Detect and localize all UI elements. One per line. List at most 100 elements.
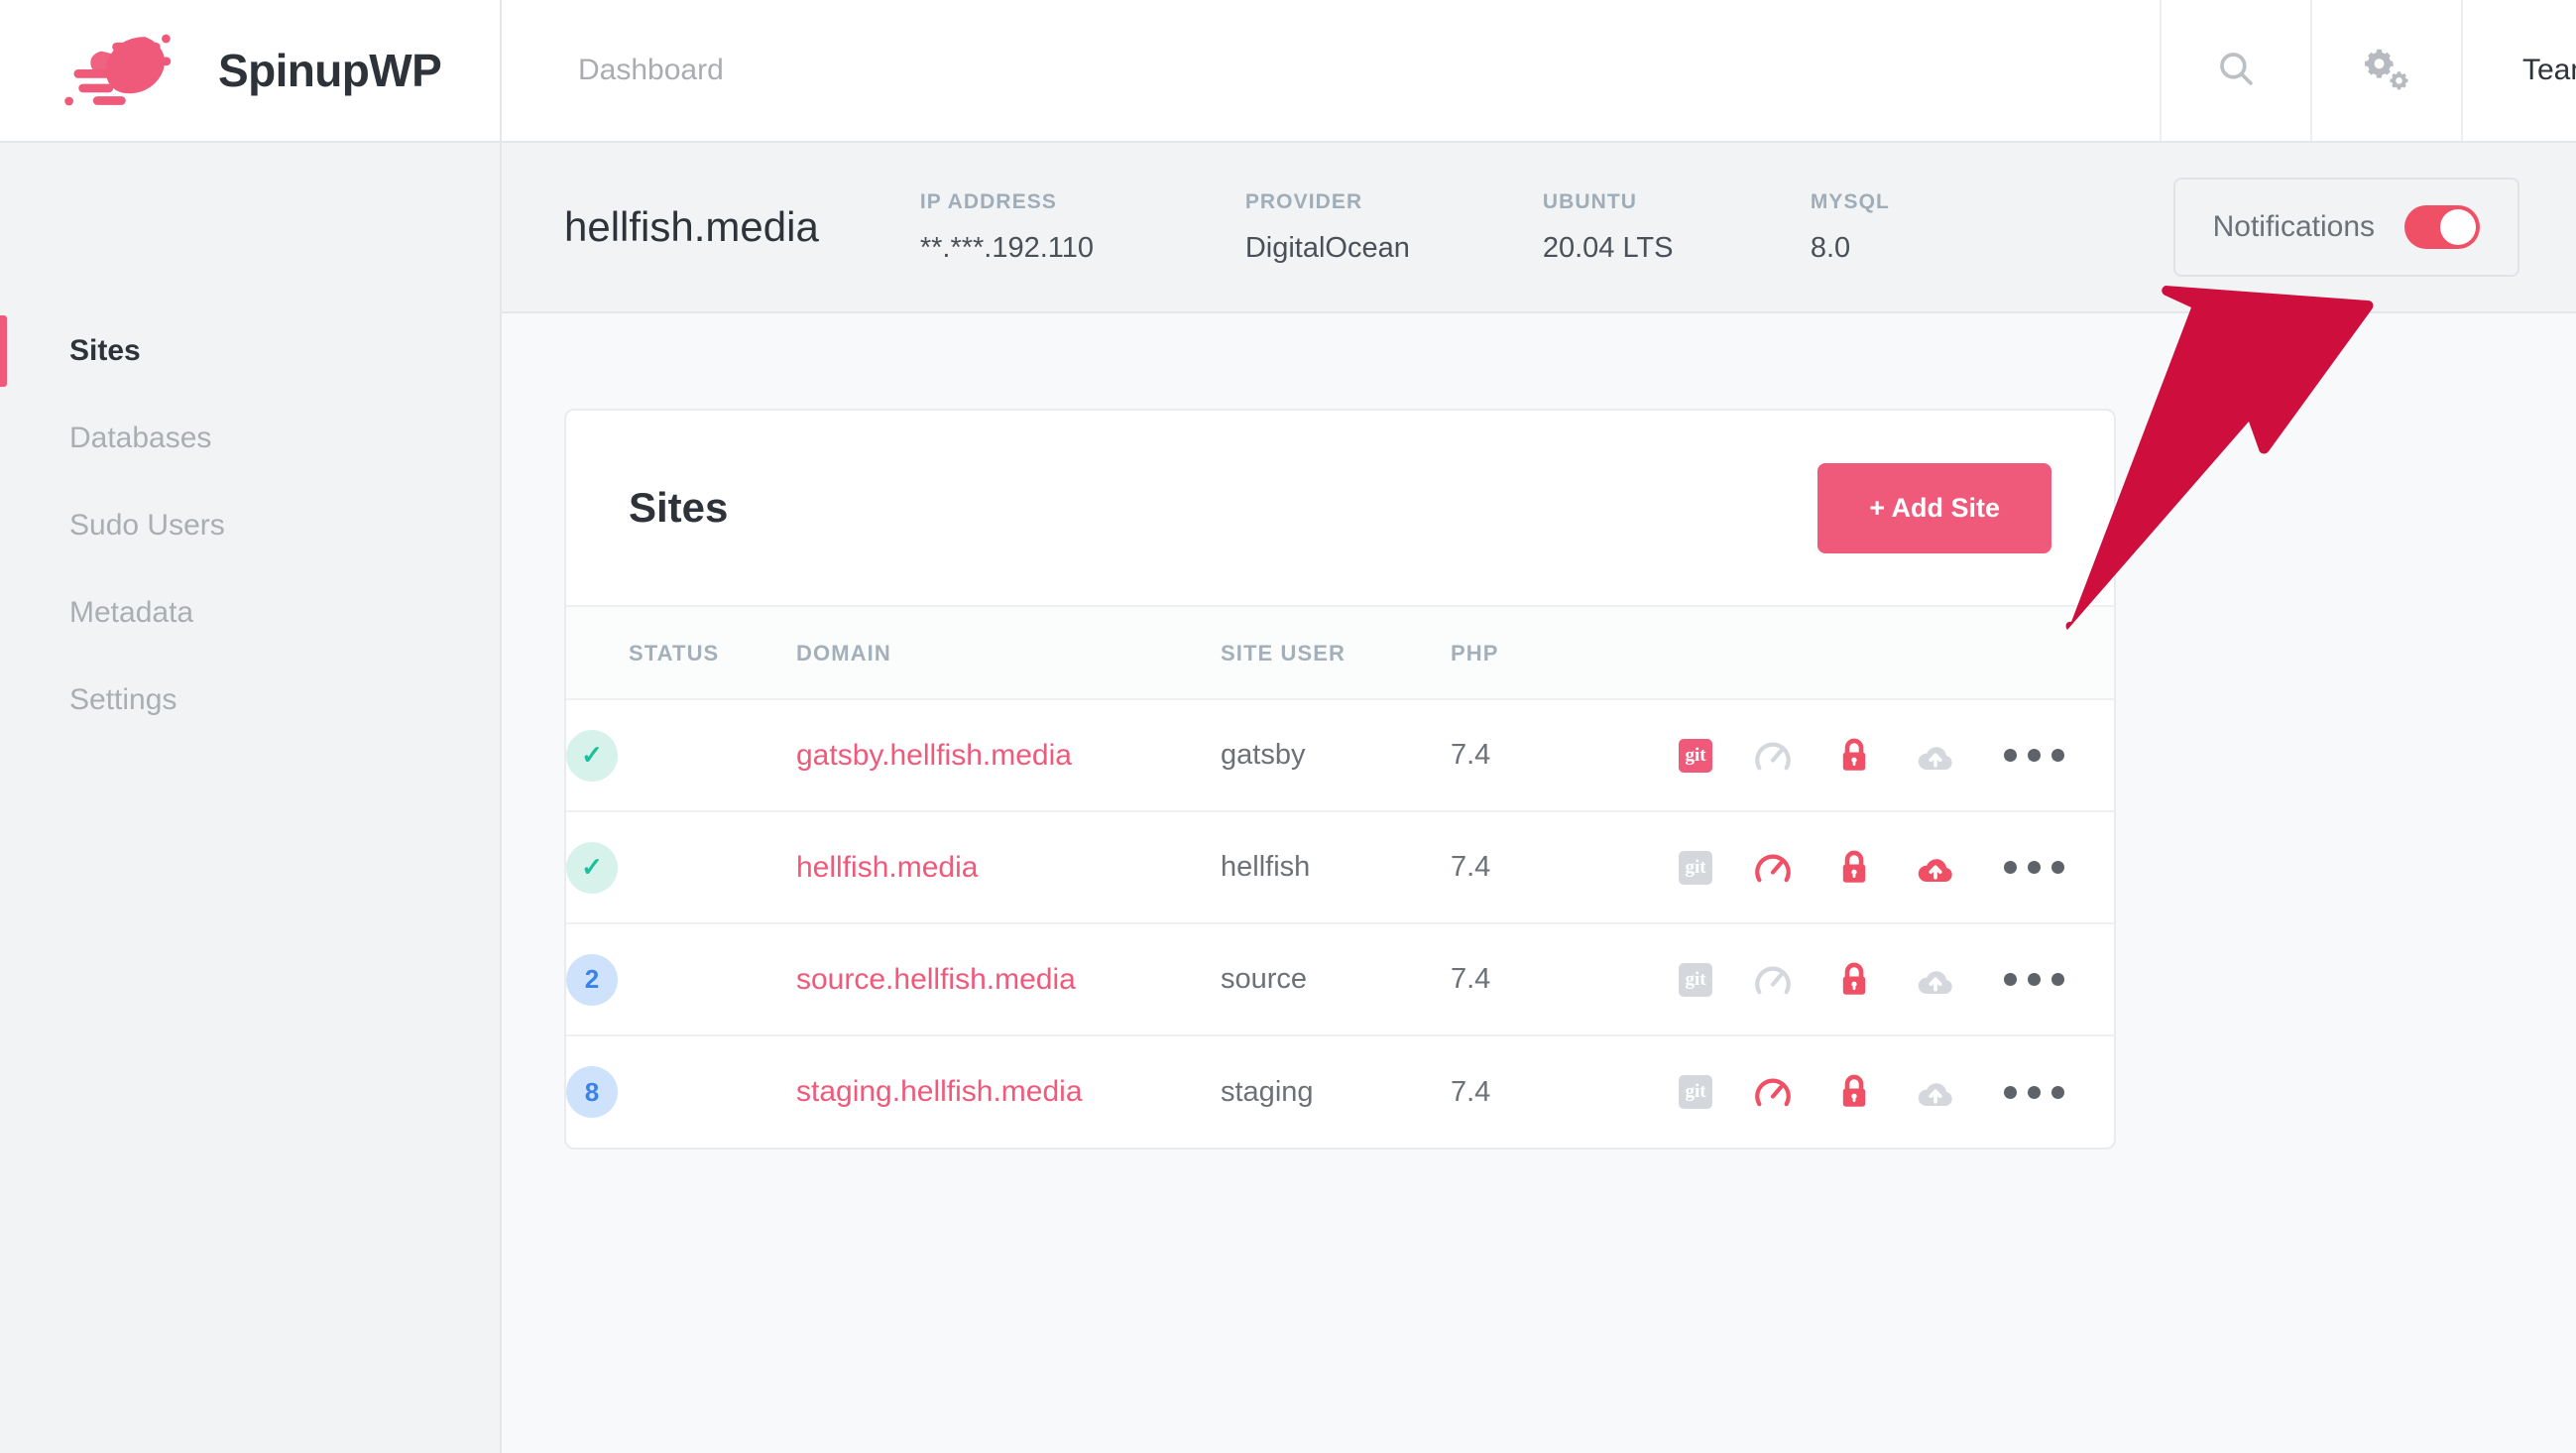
site-user-value: staging xyxy=(1221,1075,1314,1108)
gauge-icon[interactable] xyxy=(1752,959,1794,1001)
git-icon[interactable]: git xyxy=(1679,1075,1712,1109)
dot xyxy=(2028,973,2041,986)
row-more-options-button[interactable] xyxy=(2004,749,2064,762)
dot xyxy=(2051,861,2064,874)
git-icon[interactable]: git xyxy=(1679,850,1712,885)
dot xyxy=(2028,1085,2041,1099)
cell-actions: git xyxy=(1679,811,2114,924)
sidebar-item-label: Sudo Users xyxy=(69,509,225,542)
row-more-options-button[interactable] xyxy=(2004,973,2064,986)
git-icon[interactable]: git xyxy=(1679,738,1712,773)
cell-php: 7.4 xyxy=(1451,1035,1679,1148)
dot xyxy=(2051,973,2064,986)
cell-domain: source.hellfish.media xyxy=(796,923,1221,1036)
dot xyxy=(2028,861,2041,874)
sidebar: SpinupWP Sites Databases Sudo Users Meta… xyxy=(0,0,502,1453)
sidebar-item-databases[interactable]: Databases xyxy=(0,395,500,482)
sidebar-item-label: Settings xyxy=(69,683,177,716)
cell-actions: git xyxy=(1679,923,2114,1036)
content-column: Dashboard Tea hellfish.media IP ADDRESS … xyxy=(502,0,2576,1453)
cell-site-user: staging xyxy=(1221,1035,1451,1148)
git-icon[interactable]: git xyxy=(1679,962,1712,997)
site-user-value: source xyxy=(1221,963,1308,995)
sites-card-header: Sites + Add Site xyxy=(566,411,2114,607)
cloud-upload-icon[interactable] xyxy=(1915,959,1956,1001)
column-header-actions xyxy=(1679,607,2114,700)
meta-value: **.***.192.110 xyxy=(919,231,1095,264)
row-actions: git xyxy=(1679,959,2114,1001)
lock-icon[interactable] xyxy=(1833,847,1875,889)
cell-actions: git xyxy=(1679,1035,2114,1148)
site-domain-link[interactable]: staging.hellfish.media xyxy=(796,1075,1083,1108)
cell-domain: staging.hellfish.media xyxy=(796,1035,1221,1148)
row-actions: git xyxy=(1679,847,2114,889)
site-domain-link[interactable]: gatsby.hellfish.media xyxy=(796,739,1072,772)
meta-provider: PROVIDER DigitalOcean xyxy=(1245,190,1543,265)
dot xyxy=(2004,1085,2017,1099)
notifications-toggle-control[interactable]: Notifications xyxy=(2172,178,2519,277)
cell-status: 8 xyxy=(566,1035,796,1148)
meta-ubuntu: UBUNTU 20.04 LTS xyxy=(1543,190,1811,265)
gauge-icon[interactable] xyxy=(1752,847,1794,889)
cell-actions: git xyxy=(1679,699,2114,812)
brand-logo[interactable]: SpinupWP xyxy=(0,0,500,143)
gauge-icon[interactable] xyxy=(1752,735,1794,777)
meta-label: IP ADDRESS xyxy=(919,189,1058,213)
cell-php: 7.4 xyxy=(1451,811,1679,924)
sidebar-item-metadata[interactable]: Metadata xyxy=(0,569,500,657)
dot xyxy=(2028,749,2041,762)
status-badge: ✓ xyxy=(566,729,618,782)
cloud-upload-icon[interactable] xyxy=(1915,735,1956,777)
status-badge: ✓ xyxy=(566,841,618,894)
row-more-options-button[interactable] xyxy=(2004,861,2064,874)
add-site-button[interactable]: + Add Site xyxy=(1817,462,2051,553)
lock-icon[interactable] xyxy=(1833,959,1875,1001)
sites-card: Sites + Add Site STATUS DOMAIN SITE USER… xyxy=(564,409,2116,1150)
table-row[interactable]: ✓ gatsby.hellfish.media gatsby 7.4 git xyxy=(566,699,2114,812)
cell-site-user: source xyxy=(1221,923,1451,1036)
sidebar-item-sites[interactable]: Sites xyxy=(0,307,500,395)
toggle-knob xyxy=(2440,209,2476,245)
lock-icon[interactable] xyxy=(1833,1071,1875,1113)
sidebar-item-settings[interactable]: Settings xyxy=(0,657,500,744)
status-badge: 2 xyxy=(566,953,618,1006)
dot xyxy=(2004,861,2017,874)
search-button[interactable] xyxy=(2160,0,2310,141)
sidebar-item-label: Sites xyxy=(69,334,141,367)
app-root: SpinupWP Sites Databases Sudo Users Meta… xyxy=(0,0,2576,1453)
table-row[interactable]: 8 staging.hellfish.media staging 7.4 git xyxy=(566,1035,2114,1148)
status-badge: 8 xyxy=(566,1066,618,1118)
gauge-icon[interactable] xyxy=(1752,1071,1794,1113)
sites-card-title: Sites xyxy=(629,484,729,531)
table-header-row: STATUS DOMAIN SITE USER PHP xyxy=(566,607,2114,700)
cloud-upload-icon[interactable] xyxy=(1915,1071,1956,1113)
sidebar-item-label: Databases xyxy=(69,422,212,454)
settings-button[interactable] xyxy=(2310,0,2461,141)
site-domain-link[interactable]: source.hellfish.media xyxy=(796,963,1076,996)
gears-icon xyxy=(2362,44,2411,98)
column-header-domain: DOMAIN xyxy=(796,607,1221,700)
main-content: Sites + Add Site STATUS DOMAIN SITE USER… xyxy=(502,313,2576,1453)
row-more-options-button[interactable] xyxy=(2004,1085,2064,1099)
server-info-bar: hellfish.media IP ADDRESS **.***.192.110… xyxy=(502,143,2576,313)
search-icon xyxy=(2215,48,2257,94)
column-header-php: PHP xyxy=(1451,607,1679,700)
dot xyxy=(2004,749,2017,762)
row-actions: git xyxy=(1679,1071,2114,1113)
sidebar-item-sudo-users[interactable]: Sudo Users xyxy=(0,482,500,569)
notifications-toggle-switch[interactable] xyxy=(2404,205,2480,249)
server-name: hellfish.media xyxy=(564,203,819,250)
lock-icon[interactable] xyxy=(1833,735,1875,777)
cloud-upload-icon[interactable] xyxy=(1915,847,1956,889)
table-row[interactable]: ✓ hellfish.media hellfish 7.4 git xyxy=(566,811,2114,924)
cell-status: ✓ xyxy=(566,811,796,924)
teams-label: Teams xyxy=(2522,54,2576,86)
spinupwp-swoosh-logo-icon xyxy=(57,31,210,110)
dot xyxy=(2051,749,2064,762)
sites-table-head: STATUS DOMAIN SITE USER PHP xyxy=(566,607,2114,700)
teams-menu[interactable]: Teams xyxy=(2461,0,2576,141)
site-domain-link[interactable]: hellfish.media xyxy=(796,851,978,884)
dot xyxy=(2051,1085,2064,1099)
table-row[interactable]: 2 source.hellfish.media source 7.4 git xyxy=(566,923,2114,1036)
server-meta-group: IP ADDRESS **.***.192.110 PROVIDER Digit… xyxy=(920,190,2009,265)
